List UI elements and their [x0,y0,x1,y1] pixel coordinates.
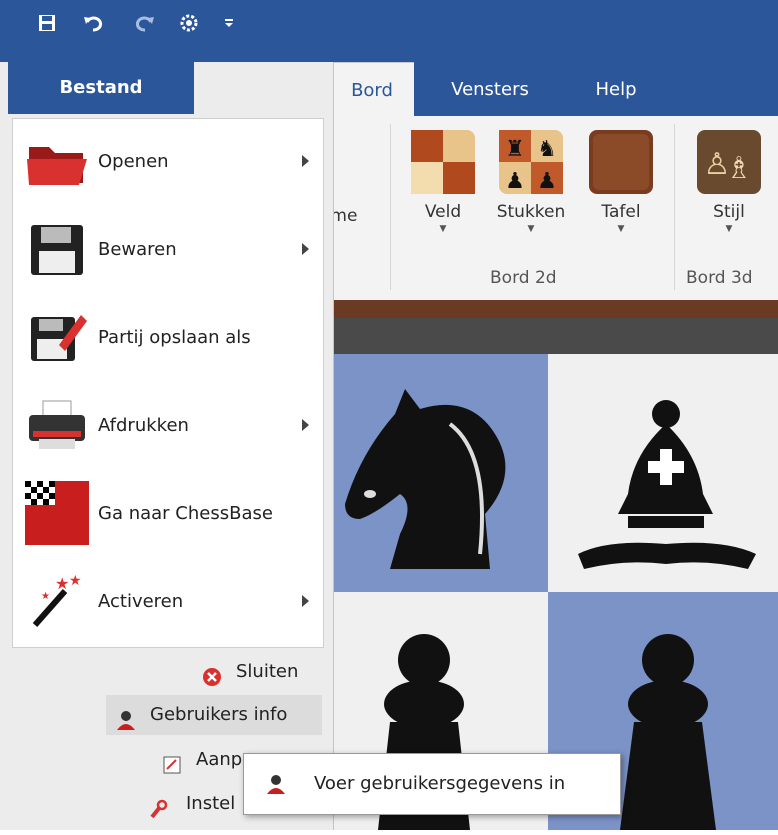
chevron-right-icon [302,595,309,607]
undo-icon[interactable] [80,10,106,36]
svg-text:★: ★ [41,591,50,602]
tab-bord[interactable]: Bord [330,62,414,117]
stijl-button[interactable]: ♙ ♗ Stijl ▼ [684,130,774,234]
menu-item-ga-naar-chessbase[interactable]: Ga naar ChessBase [13,471,323,557]
customize-icon [162,750,182,774]
settings-icon [148,794,168,819]
svg-text:♟: ♟ [537,169,557,194]
menu-item-openen[interactable]: Openen [13,119,323,205]
gebruikers-info-button[interactable]: Gebruikers info [106,695,322,735]
user-icon [116,705,136,730]
customize-dropdown-icon[interactable] [216,10,242,36]
svg-text:♜: ♜ [505,137,525,162]
tooltip-text: Voer gebruikersgegevens in [314,773,566,794]
chevron-right-icon [302,243,309,255]
group-label-bord-2d: Bord 2d [490,268,557,288]
save-as-icon [25,305,89,369]
group-label-bord-3d: Bord 3d [686,268,753,288]
aanpassen-button[interactable]: Aanp [160,740,250,780]
tab-vensters[interactable]: Vensters [430,62,550,116]
menu-item-partij-opslaan-als[interactable]: Partij opslaan als [13,295,323,381]
title-bar [0,0,778,62]
svg-text:♟: ♟ [505,169,525,194]
floppy-disk-icon [25,217,89,281]
close-circle-icon [202,662,222,686]
veld-label: Veld [424,202,462,222]
menu-item-label: Activeren [98,591,184,612]
stijl-label: Stijl [713,202,745,222]
chevron-down-icon: ▼ [725,224,733,234]
menu-item-label: Bewaren [98,239,177,260]
table-wood-icon [589,130,653,194]
svg-text:♗: ♗ [726,151,753,186]
svg-text:★: ★ [69,573,82,589]
engine-icon[interactable] [176,10,202,36]
chessbase-logo-icon [25,481,89,545]
ribbon-separator [674,124,675,290]
black-knight-icon [345,389,506,569]
ribbon-panel: ame Veld ▼ ♜ ♞ ♟ ♟ Stukken ▼ Tafel ▼ ♙ ♗… [320,116,778,301]
menu-item-label: Openen [98,151,169,172]
instellingen-label: Instel [186,793,236,814]
tafel-button[interactable]: Tafel ▼ [576,130,666,234]
menu-item-label: Afdrukken [98,415,189,436]
tab-bestand[interactable]: Bestand [8,62,194,114]
redo-icon[interactable] [132,10,158,36]
board-header-bar [320,318,778,354]
user-icon [266,774,286,794]
ribbon-separator [390,124,391,290]
3d-style-icon: ♙ ♗ [697,130,761,194]
menu-item-label: Partij opslaan als [98,327,251,348]
stukken-button[interactable]: ♜ ♞ ♟ ♟ Stukken ▼ [486,130,576,234]
board-square[interactable] [548,354,778,592]
instellingen-button[interactable]: Instel [146,784,246,824]
chevron-down-icon: ▼ [439,224,447,234]
printer-icon [25,393,89,457]
sluiten-label: Sluiten [236,661,299,682]
menu-item-bewaren[interactable]: Bewaren [13,207,323,293]
folder-open-icon [25,129,89,193]
black-bishop-icon [578,400,756,569]
menu-item-label: Ga naar ChessBase [98,503,273,524]
save-icon[interactable] [34,10,60,36]
svg-text:♞: ♞ [537,137,557,162]
chevron-right-icon [302,419,309,431]
aanpassen-label: Aanp [196,749,243,770]
menu-item-afdrukken[interactable]: Afdrukken [13,383,323,469]
stukken-label: Stukken [496,202,566,222]
ribbon-tab-row: Bord Vensters Help [330,62,778,117]
tafel-label: Tafel [601,202,641,222]
chevron-down-icon: ▼ [617,224,625,234]
chess-pieces-icon: ♜ ♞ ♟ ♟ [499,130,563,194]
board-squares-icon [411,130,475,194]
chevron-down-icon: ▼ [527,224,535,234]
board-frame-top [320,300,778,318]
tab-help[interactable]: Help [576,62,656,116]
tooltip: Voer gebruikersgegevens in [243,753,621,815]
svg-text:★: ★ [55,574,69,593]
veld-button[interactable]: Veld ▼ [398,130,488,234]
gebruikers-info-label: Gebruikers info [150,704,288,725]
magic-wand-icon: ★ ★ ★ [25,569,89,633]
file-menu-panel: Openen Bewaren Partij opslaan als Afdruk… [12,118,324,648]
menu-item-activeren[interactable]: ★ ★ ★ Activeren [13,559,323,645]
chevron-right-icon [302,155,309,167]
board-square[interactable] [320,354,548,592]
sluiten-button[interactable]: Sluiten [200,652,312,692]
